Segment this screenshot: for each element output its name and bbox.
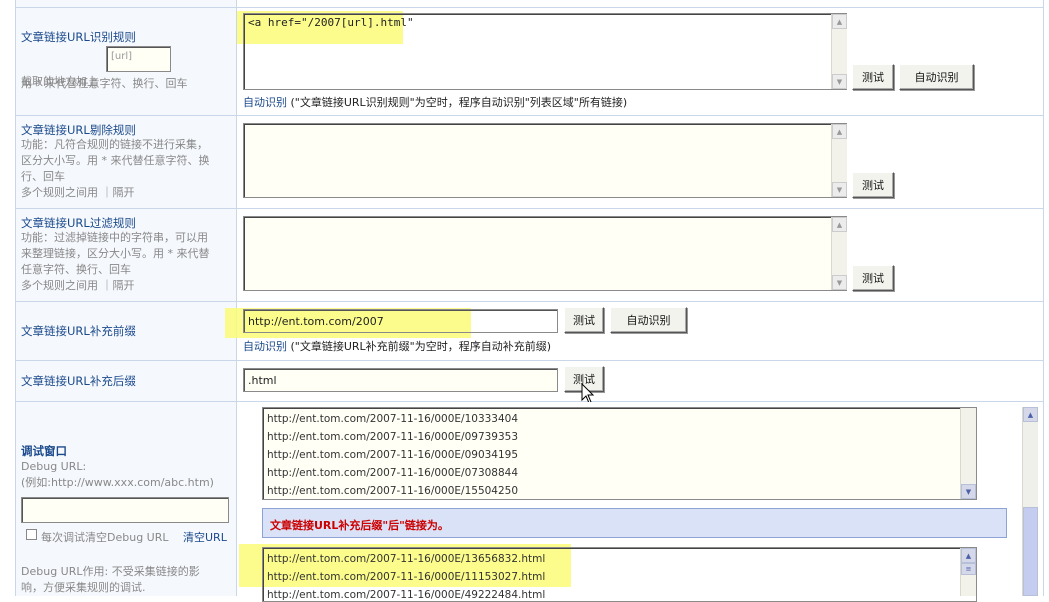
- scroll-down-icon[interactable]: ▼: [832, 275, 847, 290]
- row-title: 调试窗口: [21, 444, 67, 458]
- clear-url-checkbox-label: 每次调试清空Debug URL: [41, 531, 169, 544]
- row-title: 文章链接URL剔除规则: [21, 123, 136, 137]
- textarea-scrollbar[interactable]: ▲ ▼: [831, 14, 847, 89]
- label-cell: 文章链接URL识别规则 截取的地方加上 [url] 用 * 来代替任意字符、换行…: [16, 8, 237, 115]
- field-cell: ▲ ▼ 测试: [237, 209, 1043, 301]
- scroll-up-icon[interactable]: ▲: [1023, 407, 1038, 422]
- row-title: 文章链接URL过滤规则: [21, 216, 136, 230]
- list-item: http://ent.tom.com/2007-11-16/000E/07308…: [267, 467, 519, 479]
- list-item: http://ent.tom.com/2007-11-16/000E/11153…: [267, 571, 546, 583]
- scroll-thumb[interactable]: [1023, 507, 1038, 596]
- list-item: http://ent.tom.com/2007-11-16/000E/15504…: [267, 485, 519, 497]
- debug-output-panel: http://ent.tom.com/2007-11-16/000E/10333…: [237, 402, 1043, 602]
- prefix-input[interactable]: http://ent.tom.com/2007: [243, 309, 558, 333]
- test-button[interactable]: 测试: [852, 64, 894, 90]
- scroll-down-icon[interactable]: ▼: [832, 74, 847, 89]
- auto-identify-note-text: ("文章链接URL补充前缀"为空时，程序自动补充前缀): [290, 340, 552, 353]
- result-banner-text: 文章链接URL补充后缀"后"链接为。: [270, 519, 449, 532]
- field-cell: <a href="/2007[url].html" ▲ ▼ 测试 自动识别 自动…: [237, 8, 1043, 115]
- auto-identify-button[interactable]: 自动识别: [899, 64, 974, 90]
- scroll-thumb[interactable]: ≡: [961, 563, 976, 575]
- filter-rule-textarea[interactable]: [243, 216, 847, 291]
- auto-identify-note: 自动识别 ("文章链接URL识别规则"为空时，程序自动识别"列表区域"所有链接): [243, 94, 627, 110]
- debug-url-usage: Debug URL作用: 不受采集链接的影 响，方便采集规则的调试.: [21, 565, 200, 594]
- label-cell: 文章链接URL剔除规则 功能：凡符合规则的链接不进行采集， 区分大小写。用 * …: [16, 116, 237, 208]
- list-item: http://ent.tom.com/2007-11-16/000E/09739…: [267, 431, 519, 443]
- panel-scrollbar[interactable]: ▲: [1022, 407, 1038, 596]
- scroll-up-icon[interactable]: ▲: [961, 548, 976, 563]
- auto-identify-button[interactable]: 自动识别: [610, 307, 687, 333]
- test-button[interactable]: 测试: [852, 172, 894, 198]
- row-debug-window: 调试窗口 Debug URL: (例如:http://www.xxx.com/a…: [16, 402, 1043, 602]
- debug-link-list[interactable]: http://ent.tom.com/2007-11-16/000E/10333…: [262, 407, 977, 500]
- row-hint: 功能：凡符合规则的链接不进行采集， 区分大小写。用 * 来代替任意字符、换 行、…: [21, 138, 210, 199]
- list-item: http://ent.tom.com/2007-11-16/000E/10333…: [267, 413, 519, 425]
- textarea-scrollbar[interactable]: ▲ ▼: [831, 217, 847, 290]
- textarea-scrollbar[interactable]: ▲ ▼: [831, 124, 847, 197]
- processed-link-list[interactable]: http://ent.tom.com/2007-11-16/000E/13656…: [262, 547, 977, 602]
- result-banner: 文章链接URL补充后缀"后"链接为。: [262, 508, 1007, 538]
- scroll-up-icon[interactable]: ▲: [832, 217, 847, 232]
- row-title: 文章链接URL补充后缀: [21, 374, 136, 388]
- debug-url-hint: Debug URL: (例如:http://www.xxx.com/abc.ht…: [21, 460, 214, 489]
- scroll-up-icon[interactable]: ▲: [832, 124, 847, 139]
- auto-identify-link[interactable]: 自动识别: [243, 340, 287, 353]
- row-url-identify-rule: 文章链接URL识别规则 截取的地方加上 [url] 用 * 来代替任意字符、换行…: [16, 8, 1043, 116]
- label-cell: 文章链接URL补充后缀: [16, 361, 237, 401]
- row-hint-line2: 用 * 来代替任意字符、换行、回车: [21, 77, 188, 90]
- placeholder-example-box: [url]: [106, 46, 171, 72]
- row-url-prefix: 文章链接URL补充前缀 http://ent.tom.com/2007 测试 自…: [16, 302, 1043, 361]
- row-title: 文章链接URL补充前缀: [21, 324, 136, 338]
- exclude-rule-textarea[interactable]: [243, 123, 847, 198]
- row-url-filter-rule: 文章链接URL过滤规则 功能：过滤掉链接中的字符串，可以用 来整理链接，区分大小…: [16, 209, 1043, 302]
- list-scrollbar[interactable]: ▲ ≡: [960, 548, 976, 596]
- field-cell: .html 测试: [237, 361, 1043, 404]
- test-button[interactable]: 测试: [564, 307, 604, 333]
- label-cell: 文章链接URL补充前缀: [16, 302, 237, 360]
- field-cell: http://ent.tom.com/2007 测试 自动识别 自动识别 ("文…: [225, 302, 1043, 360]
- row-url-exclude-rule: 文章链接URL剔除规则 功能：凡符合规则的链接不进行采集， 区分大小写。用 * …: [16, 116, 1043, 209]
- scroll-down-icon[interactable]: ▼: [961, 484, 976, 499]
- row-url-suffix: 文章链接URL补充后缀 .html 测试: [16, 361, 1043, 404]
- label-cell: 调试窗口 Debug URL: (例如:http://www.xxx.com/a…: [16, 402, 237, 596]
- auto-identify-link[interactable]: 自动识别: [243, 96, 287, 109]
- row-hint: 功能：过滤掉链接中的字符串，可以用 来整理链接，区分大小写。用 * 来代替 任意…: [21, 231, 210, 292]
- list-item: http://ent.tom.com/2007-11-16/000E/49222…: [267, 589, 546, 601]
- list-item: http://ent.tom.com/2007-11-16/000E/13656…: [267, 553, 546, 565]
- previous-row-bottom: [16, 0, 1043, 8]
- auto-identify-note: 自动识别 ("文章链接URL补充前缀"为空时，程序自动补充前缀): [243, 338, 551, 354]
- label-cell: 文章链接URL过滤规则 功能：过滤掉链接中的字符串，可以用 来整理链接，区分大小…: [16, 209, 237, 301]
- clear-url-checkbox[interactable]: [26, 529, 37, 540]
- list-scrollbar[interactable]: ▼: [960, 408, 976, 499]
- suffix-input[interactable]: .html: [243, 368, 558, 392]
- field-cell: ▲ ▼ 测试: [237, 116, 1043, 208]
- auto-identify-note-text: ("文章链接URL识别规则"为空时，程序自动识别"列表区域"所有链接): [290, 96, 628, 109]
- test-button[interactable]: 测试: [852, 265, 894, 291]
- scroll-up-icon[interactable]: ▲: [832, 14, 847, 29]
- collection-rules-form: 文章链接URL识别规则 截取的地方加上 [url] 用 * 来代替任意字符、换行…: [15, 0, 1044, 602]
- scroll-down-icon[interactable]: ▼: [832, 182, 847, 197]
- list-item: http://ent.tom.com/2007-11-16/000E/09034…: [267, 449, 519, 461]
- row-title: 文章链接URL识别规则: [21, 30, 136, 44]
- debug-url-input[interactable]: [21, 497, 229, 523]
- clear-url-link[interactable]: 清空URL: [183, 529, 227, 545]
- identify-rule-textarea[interactable]: <a href="/2007[url].html": [243, 13, 847, 90]
